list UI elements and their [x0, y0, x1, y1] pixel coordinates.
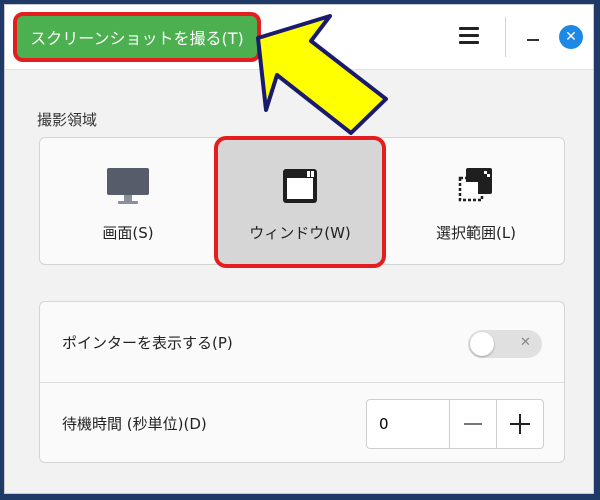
delay-label: 待機時間 (秒単位)(D) [62, 415, 207, 433]
capture-window-option[interactable]: ウィンドウ(W) [214, 136, 386, 268]
minimize-icon[interactable] [525, 29, 541, 45]
decrement-button[interactable] [449, 400, 496, 448]
capture-window-label: ウィンドウ(W) [249, 224, 351, 242]
minus-icon [464, 423, 482, 425]
window-icon [280, 166, 320, 206]
close-icon[interactable]: ✕ [559, 25, 583, 49]
header-divider [505, 17, 506, 57]
hamburger-menu-icon[interactable] [457, 25, 483, 47]
toggle-knob [470, 332, 494, 356]
screenshot-window: スクリーンショットを撮る(T) ✕ 撮影領域 画面(S) ウィンドウ(W) 選択… [4, 4, 594, 494]
capture-selection-label: 選択範囲(L) [435, 224, 517, 242]
increment-button[interactable] [496, 400, 543, 448]
plus-icon [510, 414, 530, 434]
capture-area-selector: 画面(S) ウィンドウ(W) 選択範囲(L) [39, 136, 565, 268]
capture-screen-option[interactable]: 画面(S) [42, 138, 214, 264]
header-bar: スクリーンショットを撮る(T) ✕ [5, 5, 593, 70]
delay-input[interactable] [367, 400, 449, 448]
delay-row: 待機時間 (秒単位)(D) [40, 383, 564, 463]
show-pointer-row: ポインターを表示する(P) ✕ [40, 302, 564, 382]
show-pointer-label: ポインターを表示する(P) [62, 334, 233, 352]
show-pointer-toggle[interactable]: ✕ [468, 330, 542, 358]
take-screenshot-button[interactable]: スクリーンショットを撮る(T) [13, 12, 261, 62]
settings-panel: ポインターを表示する(P) ✕ 待機時間 (秒単位)(D) [39, 301, 565, 463]
capture-screen-label: 画面(S) [102, 224, 154, 242]
selection-icon [456, 166, 496, 206]
delay-stepper [366, 399, 544, 449]
monitor-icon [105, 166, 151, 206]
x-icon: ✕ [520, 335, 531, 350]
capture-selection-option[interactable]: 選択範囲(L) [390, 138, 562, 264]
take-screenshot-label: スクリーンショットを撮る(T) [30, 29, 244, 48]
capture-area-heading: 撮影領域 [37, 111, 98, 129]
